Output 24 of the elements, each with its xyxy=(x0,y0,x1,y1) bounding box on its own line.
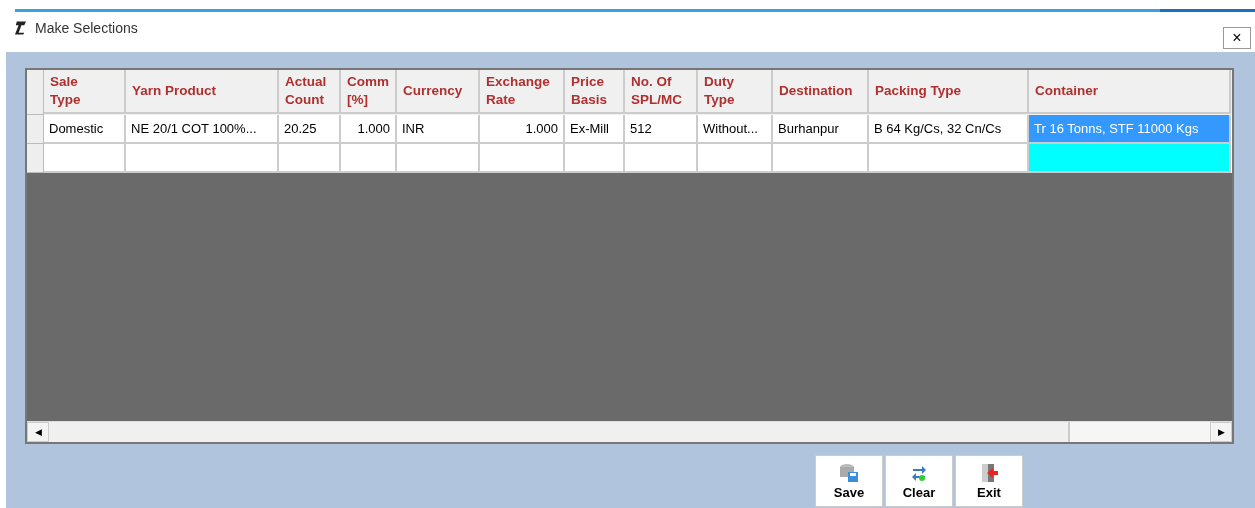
table-cell[interactable] xyxy=(1029,144,1231,173)
save-button[interactable]: Save xyxy=(815,455,883,507)
close-button[interactable]: × xyxy=(1223,27,1251,49)
table-cell[interactable] xyxy=(625,144,698,173)
table-cell[interactable] xyxy=(565,144,625,173)
table-cell[interactable] xyxy=(397,144,480,173)
table-cell[interactable] xyxy=(126,144,279,173)
table-cell[interactable] xyxy=(279,144,341,173)
database-save-icon xyxy=(839,462,859,483)
table-cell[interactable] xyxy=(773,144,869,173)
scroll-right-button[interactable]: ▶ xyxy=(1210,422,1232,442)
table-cell[interactable] xyxy=(698,144,773,173)
clear-button[interactable]: Clear xyxy=(885,455,953,507)
row-header[interactable] xyxy=(27,115,44,144)
scroll-left-button[interactable]: ◀ xyxy=(27,422,49,442)
app-icon xyxy=(14,20,27,36)
table-cell[interactable] xyxy=(341,144,397,173)
scrollbar-thumb[interactable] xyxy=(1068,422,1210,442)
window-title: Make Selections xyxy=(35,20,139,36)
exit-door-icon xyxy=(979,462,999,483)
row-header[interactable] xyxy=(27,144,44,173)
table-cell[interactable] xyxy=(44,144,126,173)
table-cell[interactable] xyxy=(480,144,565,173)
exit-button[interactable]: Exit xyxy=(955,455,1023,507)
